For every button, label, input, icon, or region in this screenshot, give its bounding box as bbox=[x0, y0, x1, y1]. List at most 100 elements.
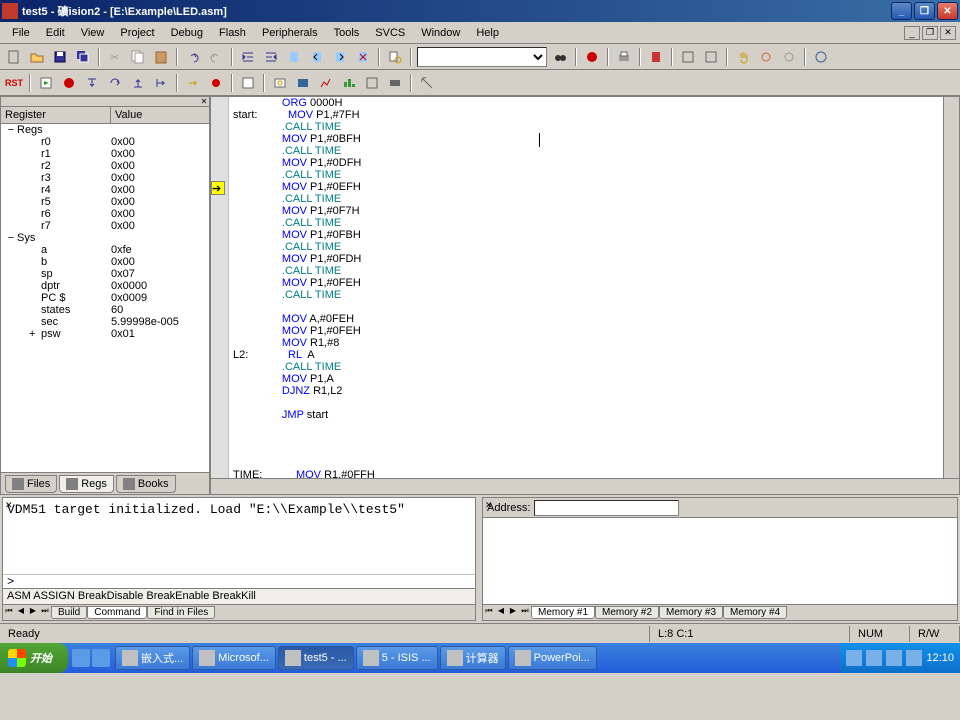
help-button[interactable] bbox=[646, 47, 666, 67]
tool1-button[interactable] bbox=[733, 47, 753, 67]
tab-nav-last[interactable]: ⏭ bbox=[39, 606, 51, 620]
output-tab-find-in-files[interactable]: Find in Files bbox=[147, 606, 215, 619]
register-r3[interactable]: r30x00 bbox=[1, 172, 209, 184]
tab-nav-first[interactable]: ⏮ bbox=[483, 606, 495, 620]
output-close-button[interactable]: ✕ bbox=[5, 500, 13, 511]
tool3-button[interactable] bbox=[779, 47, 799, 67]
tool2-button[interactable] bbox=[756, 47, 776, 67]
menu-file[interactable]: File bbox=[4, 25, 38, 41]
mdi-close-button[interactable]: ✕ bbox=[940, 26, 956, 40]
tab-regs[interactable]: Regs bbox=[59, 475, 114, 493]
save-button[interactable] bbox=[50, 47, 70, 67]
window1-button[interactable] bbox=[678, 47, 698, 67]
tab-nav-prev[interactable]: ◀ bbox=[15, 606, 27, 620]
copy-button[interactable] bbox=[128, 47, 148, 67]
menu-view[interactable]: View bbox=[73, 25, 113, 41]
memory-tab-memory4[interactable]: Memory #4 bbox=[723, 606, 787, 619]
register-PC[interactable]: PC $0x0009 bbox=[1, 292, 209, 304]
register-b[interactable]: b0x00 bbox=[1, 256, 209, 268]
taskbar-task[interactable]: 计算器 bbox=[440, 646, 506, 670]
run-button[interactable] bbox=[36, 73, 56, 93]
output-tab-build[interactable]: Build bbox=[51, 606, 87, 619]
code-editor[interactable]: ➔ ORG 0000H start: MOV P1,#7FH .CALL TIM… bbox=[210, 96, 960, 495]
menu-help[interactable]: Help bbox=[468, 25, 507, 41]
analyze-button[interactable] bbox=[316, 73, 336, 93]
tray-icon[interactable] bbox=[886, 650, 902, 666]
tray-icon[interactable] bbox=[906, 650, 922, 666]
bookmark-clear-button[interactable] bbox=[353, 47, 373, 67]
tray-icon[interactable] bbox=[866, 650, 882, 666]
register-r1[interactable]: r10x00 bbox=[1, 148, 209, 160]
tab-books[interactable]: Books bbox=[116, 475, 176, 493]
new-file-button[interactable] bbox=[4, 47, 24, 67]
quick-launch-item[interactable] bbox=[92, 649, 110, 667]
output-tab-command[interactable]: Command bbox=[87, 606, 147, 619]
reset-button[interactable]: RST bbox=[4, 73, 24, 93]
panel-close-button[interactable]: ✕ bbox=[199, 97, 209, 106]
register-r6[interactable]: r60x00 bbox=[1, 208, 209, 220]
register-group-sys[interactable]: −Sys bbox=[1, 232, 209, 244]
tray-icon[interactable] bbox=[846, 650, 862, 666]
clock[interactable]: 12:10 bbox=[926, 652, 954, 664]
run-to-cursor-button[interactable] bbox=[151, 73, 171, 93]
editor-gutter[interactable]: ➔ bbox=[211, 97, 229, 478]
taskbar-task[interactable]: Microsof... bbox=[192, 646, 276, 670]
register-psw[interactable]: +psw0x01 bbox=[1, 328, 209, 340]
bookmark-toggle-button[interactable] bbox=[284, 47, 304, 67]
indent-left-button[interactable] bbox=[238, 47, 258, 67]
register-tree[interactable]: −Regs r00x00 r10x00 r20x00 r30x00 r40x00… bbox=[1, 124, 209, 472]
taskbar-task[interactable]: 5 - ISIS ... bbox=[356, 646, 438, 670]
undo-button[interactable] bbox=[183, 47, 203, 67]
taskbar-task[interactable]: 嵌入式... bbox=[115, 646, 190, 670]
menu-svcs[interactable]: SVCS bbox=[367, 25, 413, 41]
register-dptr[interactable]: dptr0x0000 bbox=[1, 280, 209, 292]
tool4-button[interactable] bbox=[811, 47, 831, 67]
close-button[interactable]: ✕ bbox=[937, 2, 958, 20]
register-r4[interactable]: r40x00 bbox=[1, 184, 209, 196]
menu-window[interactable]: Window bbox=[413, 25, 468, 41]
find-button[interactable] bbox=[550, 47, 570, 67]
stop-button[interactable] bbox=[59, 73, 79, 93]
tab-nav-last[interactable]: ⏭ bbox=[519, 606, 531, 620]
menu-peripherals[interactable]: Peripherals bbox=[254, 25, 326, 41]
show-next-button[interactable] bbox=[183, 73, 203, 93]
register-r0[interactable]: r00x00 bbox=[1, 136, 209, 148]
step-out-button[interactable] bbox=[128, 73, 148, 93]
address-input[interactable] bbox=[534, 500, 679, 516]
code-area[interactable]: ORG 0000H start: MOV P1,#7FH .CALL TIME … bbox=[229, 97, 943, 478]
mdi-minimize-button[interactable]: _ bbox=[904, 26, 920, 40]
print-button[interactable] bbox=[614, 47, 634, 67]
paste-button[interactable] bbox=[151, 47, 171, 67]
tab-nav-next[interactable]: ▶ bbox=[507, 606, 519, 620]
register-sec[interactable]: sec5.99998e-005 bbox=[1, 316, 209, 328]
indent-right-button[interactable] bbox=[261, 47, 281, 67]
memory-tab-memory1[interactable]: Memory #1 bbox=[531, 606, 595, 619]
toolbox-button[interactable] bbox=[417, 73, 437, 93]
watch-window-button[interactable] bbox=[270, 73, 290, 93]
cut-button[interactable]: ✂ bbox=[105, 47, 125, 67]
vertical-scrollbar[interactable] bbox=[943, 97, 959, 478]
register-r2[interactable]: r20x00 bbox=[1, 160, 209, 172]
bookmark-next-button[interactable] bbox=[330, 47, 350, 67]
memory-tab-memory2[interactable]: Memory #2 bbox=[595, 606, 659, 619]
menu-project[interactable]: Project bbox=[112, 25, 162, 41]
menu-flash[interactable]: Flash bbox=[211, 25, 254, 41]
menu-debug[interactable]: Debug bbox=[163, 25, 211, 41]
register-r5[interactable]: r50x00 bbox=[1, 196, 209, 208]
mdi-restore-button[interactable]: ❐ bbox=[922, 26, 938, 40]
menu-tools[interactable]: Tools bbox=[326, 25, 368, 41]
minimize-button[interactable]: _ bbox=[891, 2, 912, 20]
taskbar-task[interactable]: PowerPoi... bbox=[508, 646, 597, 670]
step-over-button[interactable] bbox=[105, 73, 125, 93]
output-text[interactable]: VDM51 target initialized. Load "E:\\Exam… bbox=[3, 498, 475, 574]
taskbar-task[interactable]: test5 - ... bbox=[278, 646, 354, 670]
tab-nav-first[interactable]: ⏮ bbox=[3, 606, 15, 620]
serial-window-button[interactable] bbox=[293, 73, 313, 93]
start-button[interactable]: 开始 bbox=[0, 643, 68, 673]
memory-window-button[interactable] bbox=[385, 73, 405, 93]
debug-button[interactable] bbox=[582, 47, 602, 67]
find-in-files-button[interactable] bbox=[385, 47, 405, 67]
quick-launch-item[interactable] bbox=[72, 649, 90, 667]
register-r7[interactable]: r70x00 bbox=[1, 220, 209, 232]
memory-close-button[interactable]: ✕ bbox=[485, 500, 493, 511]
